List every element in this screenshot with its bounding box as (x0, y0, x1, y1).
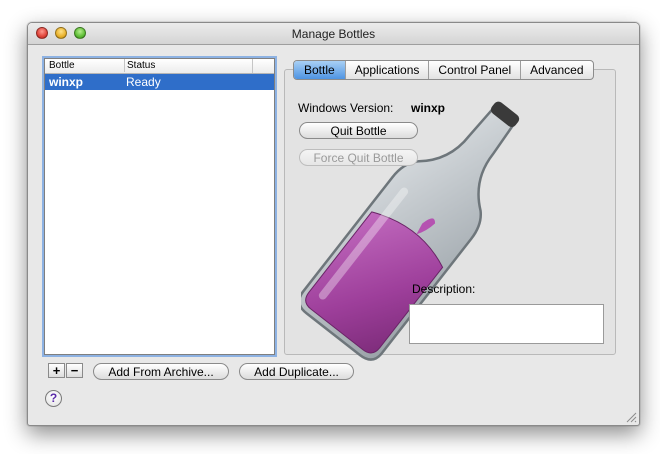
description-field[interactable] (409, 304, 604, 344)
column-header-status[interactable]: Status (124, 59, 155, 72)
window-title: Manage Bottles (291, 27, 376, 41)
add-duplicate-button[interactable]: Add Duplicate... (239, 363, 354, 380)
description-label: Description: (412, 282, 476, 296)
tab-bottle[interactable]: Bottle (294, 61, 346, 79)
force-quit-bottle-button[interactable]: Force Quit Bottle (299, 149, 418, 166)
manage-bottles-window: Manage Bottles Bottle Status winxp Ready… (27, 22, 640, 426)
resize-grip-icon[interactable] (626, 412, 637, 423)
bottle-list-header: Bottle Status (45, 59, 274, 74)
tab-bar: Bottle Applications Control Panel Advanc… (293, 60, 594, 80)
add-from-archive-button[interactable]: Add From Archive... (93, 363, 229, 380)
tab-applications[interactable]: Applications (346, 61, 430, 79)
tab-control-panel[interactable]: Control Panel (429, 61, 522, 79)
remove-bottle-button[interactable]: − (66, 363, 83, 378)
bottle-list[interactable]: Bottle Status winxp Ready (44, 58, 275, 355)
title-bar[interactable]: Manage Bottles (28, 23, 639, 45)
bottle-status-cell: Ready (126, 75, 161, 89)
windows-version-value: winxp (411, 101, 446, 115)
column-divider (252, 59, 254, 73)
column-header-bottle[interactable]: Bottle (49, 60, 75, 71)
table-row[interactable]: winxp Ready (45, 74, 274, 90)
quit-bottle-button[interactable]: Quit Bottle (299, 122, 418, 139)
windows-version-label: Windows Version: (298, 101, 394, 115)
add-bottle-button[interactable]: + (48, 363, 65, 378)
help-icon[interactable]: ? (45, 390, 62, 407)
tab-advanced[interactable]: Advanced (521, 61, 592, 79)
bottle-name-cell: winxp (49, 75, 84, 89)
